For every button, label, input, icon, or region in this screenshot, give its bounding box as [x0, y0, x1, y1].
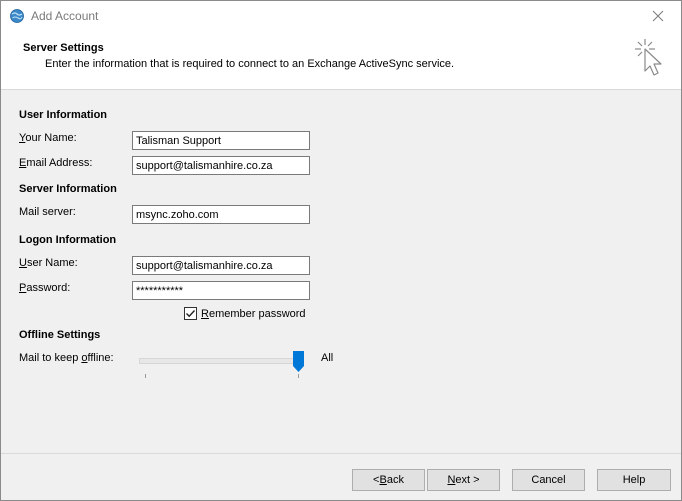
checkmark-icon — [186, 310, 196, 318]
remember-password-checkbox[interactable] — [184, 307, 197, 320]
your-name-field[interactable] — [132, 131, 310, 150]
footer-divider — [1, 453, 681, 454]
mail-to-keep-offline-label: Mail to keep offline: — [19, 352, 114, 364]
offline-slider-thumb[interactable] — [293, 351, 304, 372]
page-title: Server Settings — [23, 42, 104, 54]
slider-tick-start — [145, 374, 146, 378]
your-name-label: Your Name: — [19, 132, 77, 144]
cancel-button[interactable]: Cancel — [512, 469, 585, 491]
mail-server-label: Mail server: — [19, 206, 76, 218]
slider-tick-end — [298, 374, 299, 378]
page-subtitle: Enter the information that is required t… — [45, 58, 455, 70]
remember-password-row[interactable]: Remember password — [184, 307, 306, 320]
user-name-field[interactable] — [132, 256, 310, 275]
next-button[interactable]: Next > — [427, 469, 500, 491]
close-icon — [652, 10, 664, 22]
user-name-label: User Name: — [19, 257, 78, 269]
back-button[interactable]: < Back — [352, 469, 425, 491]
logon-information-heading: Logon Information — [19, 234, 117, 246]
password-field[interactable] — [132, 281, 310, 300]
email-address-label: Email Address: — [19, 157, 93, 169]
server-information-heading: Server Information — [19, 183, 117, 195]
help-button[interactable]: Help — [597, 469, 671, 491]
title-bar: Add Account — [1, 1, 681, 31]
offline-settings-heading: Offline Settings — [19, 329, 101, 341]
offline-slider-track[interactable] — [139, 358, 301, 364]
remember-password-label: Remember password — [201, 307, 306, 320]
cursor-click-icon — [635, 39, 662, 76]
wizard-header: Server Settings Enter the information th… — [1, 31, 681, 90]
mail-server-field[interactable] — [132, 205, 310, 224]
outlook-globe-icon — [10, 9, 24, 23]
email-address-field[interactable] — [132, 156, 310, 175]
password-label: Password: — [19, 282, 71, 294]
window-title: Add Account — [31, 9, 99, 23]
user-information-heading: User Information — [19, 109, 108, 121]
offline-value-label: All — [321, 352, 334, 364]
add-account-dialog: Add Account Server Settings Enter the in… — [0, 0, 682, 501]
close-button[interactable] — [635, 1, 681, 31]
